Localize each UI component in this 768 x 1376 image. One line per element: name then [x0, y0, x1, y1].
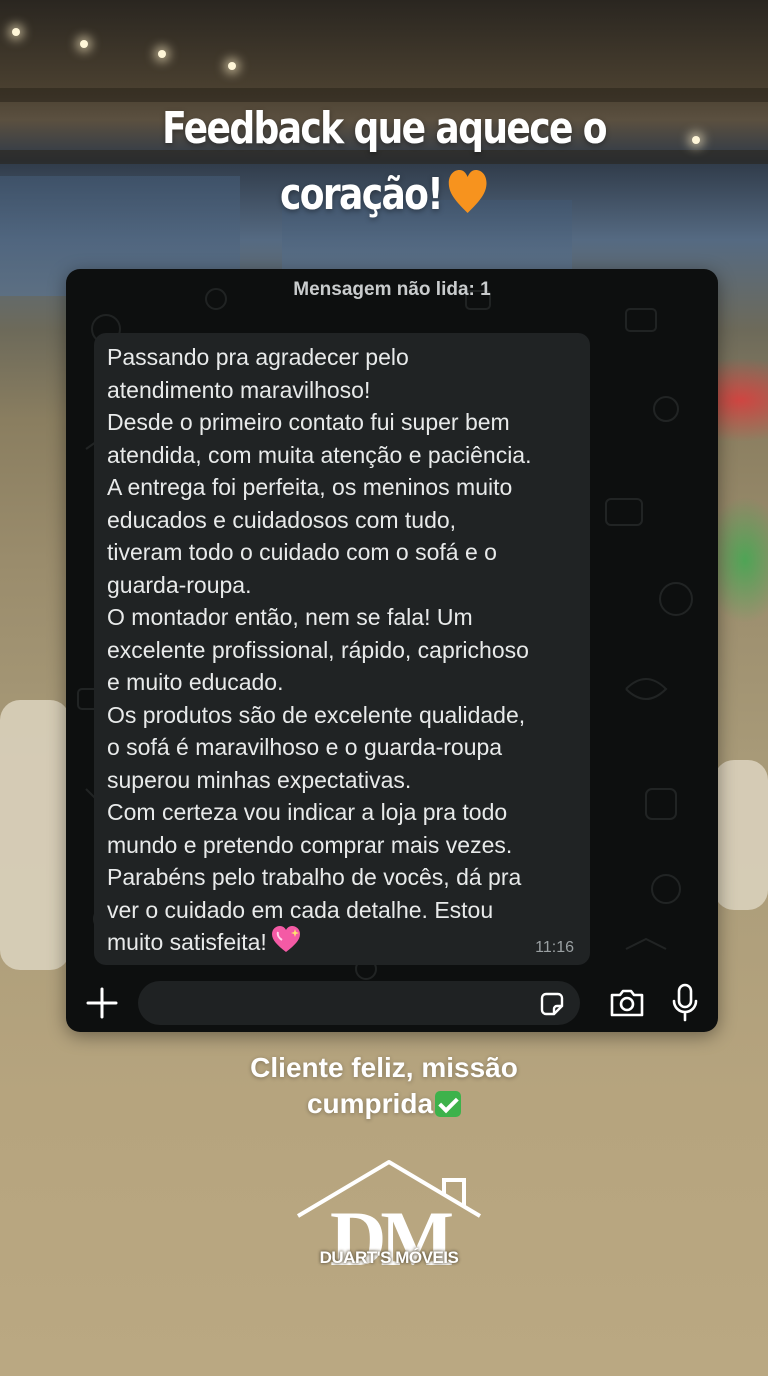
message-line-text: muito satisfeita! — [107, 929, 267, 955]
attach-button[interactable] — [84, 985, 120, 1021]
unread-banner: Mensagem não lida: 1 — [293, 279, 491, 300]
message-line: superou minhas expectativas. — [107, 766, 412, 793]
logo-monogram: DM — [330, 1195, 454, 1282]
caption: Cliente feliz, missão cumprida — [0, 1050, 768, 1122]
message-line: atendida, com muita atenção e paciência. — [107, 441, 532, 468]
ceiling-light — [228, 62, 236, 70]
ceiling-light — [158, 50, 166, 58]
plus-icon — [86, 987, 118, 1019]
message-line: Desde o primeiro contato fui super bem — [107, 409, 510, 435]
camera-icon — [610, 989, 644, 1017]
headline: Feedback que aquece o coração! — [69, 96, 699, 228]
message-line: educados e cuidadosos com tudo, — [107, 506, 457, 533]
sticker-button[interactable] — [538, 990, 566, 1018]
message-line: Passando pra agradecer pelo — [107, 344, 409, 370]
sticker-icon — [540, 992, 564, 1016]
chat-card: Mensagem não lida: 1 Passando pra agrade… — [66, 269, 718, 1032]
message-line: o sofá é maravilhoso e o guarda-roupa — [107, 734, 503, 760]
message-bubble: Passando pra agradecer pelo atendimento … — [94, 333, 590, 965]
message-input[interactable] — [138, 981, 580, 1025]
message-line: ver o cuidado em cada detalhe. Estou — [107, 896, 494, 923]
camera-button[interactable] — [608, 987, 646, 1019]
microphone-button[interactable] — [670, 983, 700, 1023]
sparkling-heart-icon — [271, 926, 301, 963]
ceiling-light — [12, 28, 20, 36]
ceiling-light — [80, 40, 88, 48]
message-line: guarda-roupa. — [107, 571, 252, 598]
caption-line2-text: cumprida — [306, 1088, 434, 1119]
message-line: tiveram todo o cuidado com o sofá e o — [107, 539, 497, 565]
headline-line1: Feedback que aquece o — [162, 103, 607, 154]
headline-line2: coração! — [69, 162, 699, 228]
headline-line2-text: coração! — [279, 169, 444, 220]
sofa — [0, 700, 70, 970]
caption-line2: cumprida — [0, 1086, 768, 1122]
sofa — [714, 760, 768, 910]
message-time: 11:16 — [535, 939, 574, 956]
check-mark-icon — [435, 1091, 462, 1117]
message-line-last: muito satisfeita! — [107, 926, 590, 963]
caption-line1: Cliente feliz, missão — [250, 1052, 518, 1083]
message-line: atendimento maravilhoso! — [107, 376, 371, 403]
message-line: A entrega foi perfeita, os meninos muito — [107, 474, 513, 500]
brand-logo: DM DUART'S MÓVEIS — [294, 1158, 484, 1293]
message-line: Parabéns pelo trabalho de vocês, dá pra — [107, 864, 522, 890]
message-line: mundo e pretendo comprar mais vezes. — [107, 831, 513, 858]
message-line: excelente profissional, rápido, capricho… — [107, 636, 529, 663]
message-line: O montador então, nem se fala! Um — [107, 604, 473, 630]
message-line: Com certeza vou indicar a loja pra todo — [107, 799, 508, 825]
compose-bar — [66, 975, 718, 1032]
message-line: Os produtos são de excelente qualidade, — [107, 701, 526, 728]
logo-name: DUART'S MÓVEIS — [319, 1248, 459, 1267]
microphone-icon — [672, 983, 698, 1022]
message-line: e muito educado. — [107, 669, 284, 695]
orange-heart-icon — [447, 168, 488, 214]
